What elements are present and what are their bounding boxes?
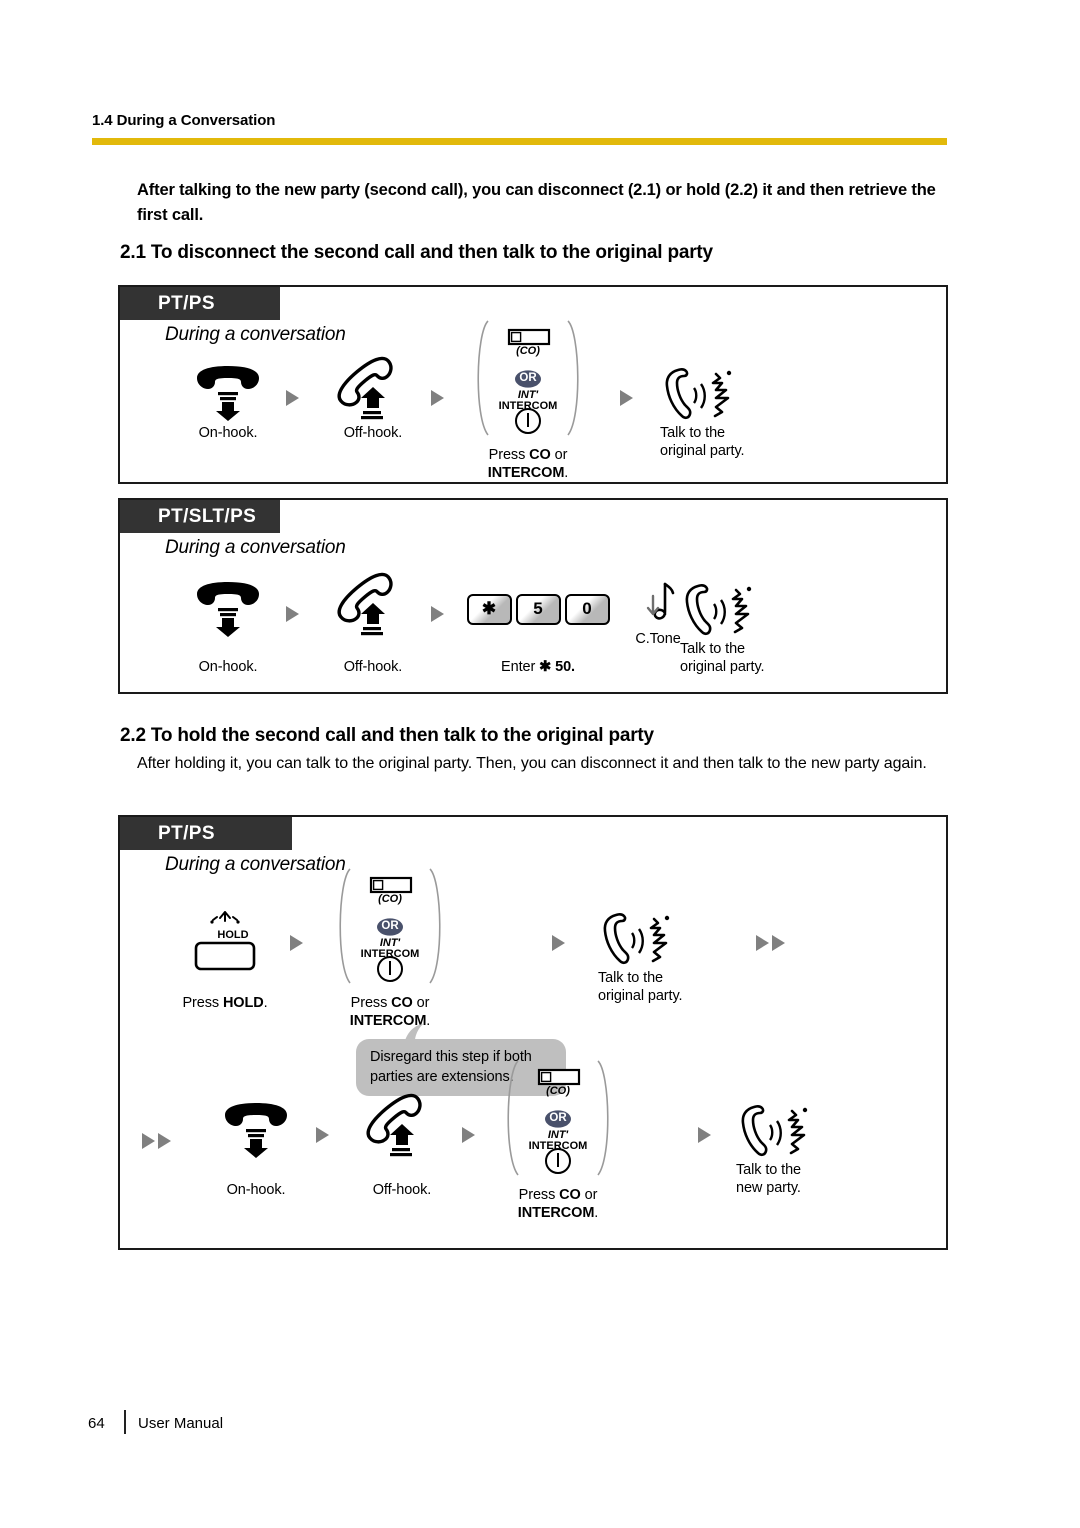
step-press-co-intercom: (CO) OR INT' INTERCOM Press CO or INTERC… xyxy=(320,865,460,1030)
step-caption: Talk to the original party. xyxy=(660,425,745,459)
step-on-hook: On-hook. xyxy=(168,578,288,676)
procedure-box-pt-ps-disconnect: PT/PS During a conversation On-hook. Off… xyxy=(118,285,948,484)
footer-divider xyxy=(124,1410,126,1434)
or-badge-label: OR xyxy=(549,1112,567,1124)
flow-arrow-icon xyxy=(620,390,633,406)
flow-arrow-icon xyxy=(286,390,299,406)
footer-page-number: 64 xyxy=(88,1415,105,1432)
step-caption: Off-hook. xyxy=(343,659,403,675)
step-off-hook: Off-hook. xyxy=(342,1093,462,1199)
hold-button-icon[interactable] xyxy=(150,895,300,990)
step-caption: Off-hook. xyxy=(343,425,403,441)
talk-to-party-icon xyxy=(736,1103,816,1161)
intercom-word: INTERCOM xyxy=(487,465,565,481)
step-caption: Enter ✱ 50. xyxy=(501,659,575,675)
co-intercom-button-group-icon[interactable]: (CO) OR INT' INTERCOM xyxy=(320,865,460,987)
intercom-sublabel: INTERCOM xyxy=(528,1140,588,1152)
press-word: Press xyxy=(488,447,530,463)
flow-arrow-icon xyxy=(316,1127,329,1143)
step-talk-original-party: Talk to the original party. xyxy=(680,578,820,676)
step-caption: Press CO or INTERCOM. xyxy=(458,446,598,482)
intercom-sublabel: INTERCOM xyxy=(498,400,558,412)
co-sublabel: (CO) xyxy=(516,345,540,357)
keypad-key-star[interactable]: ✱ xyxy=(466,593,512,625)
procedure-box-pt-ps-hold: PT/PS During a conversation Press HOLD. … xyxy=(118,815,948,1250)
step-caption: On-hook. xyxy=(226,1182,286,1198)
step-talk-original-party: Talk to the original party. xyxy=(660,362,800,460)
section-heading-2-2: 2.2 To hold the second call and then tal… xyxy=(120,725,654,746)
flow-arrow-icon xyxy=(431,606,444,622)
step-press-co-intercom: (CO) OR INT' INTERCOM Press CO or INTERC… xyxy=(458,317,598,482)
step-caption: On-hook. xyxy=(198,425,258,441)
intercom-sublabel: INTERCOM xyxy=(360,948,420,960)
flow-continuation-icon xyxy=(142,1133,171,1149)
footer-label: User Manual xyxy=(138,1415,224,1432)
step-talk-new-party: Talk to the new party. xyxy=(736,1099,876,1197)
or-badge-label: OR xyxy=(381,920,399,932)
step-caption: Press CO or INTERCOM. xyxy=(349,995,431,1029)
flow-arrow-icon xyxy=(462,1127,475,1143)
off-hook-handset-icon xyxy=(365,1093,439,1159)
talk-to-party-icon xyxy=(660,366,740,424)
step-caption: Talk to the original party. xyxy=(680,641,765,675)
hold-sublabel: HOLD xyxy=(217,929,249,941)
intro-paragraph: After talking to the new party (second c… xyxy=(137,181,936,224)
step-press-co-intercom: (CO) OR INT' INTERCOM Press CO or INTERC… xyxy=(488,1057,628,1222)
flow-arrow-icon xyxy=(552,935,565,951)
step-talk-original-party: Talk to the original party. xyxy=(598,907,738,1005)
on-hook-handset-icon xyxy=(219,1101,293,1159)
flow-arrow-icon xyxy=(290,935,303,951)
header-rule xyxy=(92,138,947,145)
section-body-2-2: After holding it, you can talk to the or… xyxy=(137,755,927,772)
or-word: or xyxy=(550,447,568,463)
section-heading-2-1: 2.1 To disconnect the second call and th… xyxy=(120,242,713,263)
off-hook-handset-icon xyxy=(336,572,410,638)
step-caption: Press CO or INTERCOM. xyxy=(517,1187,599,1221)
flow-arrow-icon xyxy=(431,390,444,406)
step-off-hook: Off-hook. xyxy=(313,572,433,676)
note-bubble-tail-icon xyxy=(404,1024,423,1047)
context-label: During a conversation xyxy=(165,537,346,558)
on-hook-handset-icon xyxy=(191,364,265,422)
step-caption: Off-hook. xyxy=(372,1182,432,1198)
step-press-hold: Press HOLD. xyxy=(150,895,300,1012)
step-caption: Press HOLD. xyxy=(182,995,268,1011)
step-off-hook: Off-hook. xyxy=(313,356,433,442)
context-label: During a conversation xyxy=(165,324,346,345)
flow-arrow-icon xyxy=(286,606,299,622)
or-badge-label: OR xyxy=(519,372,537,384)
step-caption: On-hook. xyxy=(198,659,258,675)
talk-to-party-icon xyxy=(598,911,678,969)
phone-type-tag: PT/SLT/PS xyxy=(120,500,280,533)
talk-to-party-icon xyxy=(680,582,760,640)
flow-continuation-icon xyxy=(756,935,785,951)
step-caption: Talk to the original party. xyxy=(598,970,683,1004)
flow-arrow-icon xyxy=(698,1127,711,1143)
co-intercom-button-group-icon[interactable]: (CO) OR INT' INTERCOM xyxy=(488,1057,628,1179)
phone-type-tag: PT/PS xyxy=(120,817,292,850)
period: . xyxy=(564,465,569,481)
co-intercom-button-group-icon[interactable]: (CO) OR INT' INTERCOM xyxy=(458,317,598,439)
on-hook-handset-icon xyxy=(191,580,265,638)
context-label: During a conversation xyxy=(165,854,346,875)
co-sublabel: (CO) xyxy=(378,893,402,905)
procedure-box-pt-slt-ps-feature-code: PT/SLT/PS During a conversation On-hook. xyxy=(118,498,948,694)
keypad-keys-icon[interactable]: ✱ 5 0 xyxy=(458,578,618,640)
co-sublabel: (CO) xyxy=(546,1085,570,1097)
step-on-hook: On-hook. xyxy=(168,362,288,442)
step-enter-feature-code: ✱ 5 0 Enter ✱ 50. xyxy=(458,578,618,676)
off-hook-handset-icon xyxy=(336,356,410,422)
co-word: CO xyxy=(529,447,551,463)
keypad-key-0[interactable]: 0 xyxy=(564,593,610,625)
step-caption: Talk to the new party. xyxy=(736,1162,801,1196)
step-on-hook: On-hook. xyxy=(196,1099,316,1199)
running-header: 1.4 During a Conversation xyxy=(92,112,276,129)
keypad-key-5[interactable]: 5 xyxy=(515,593,561,625)
phone-type-tag: PT/PS xyxy=(120,287,280,320)
